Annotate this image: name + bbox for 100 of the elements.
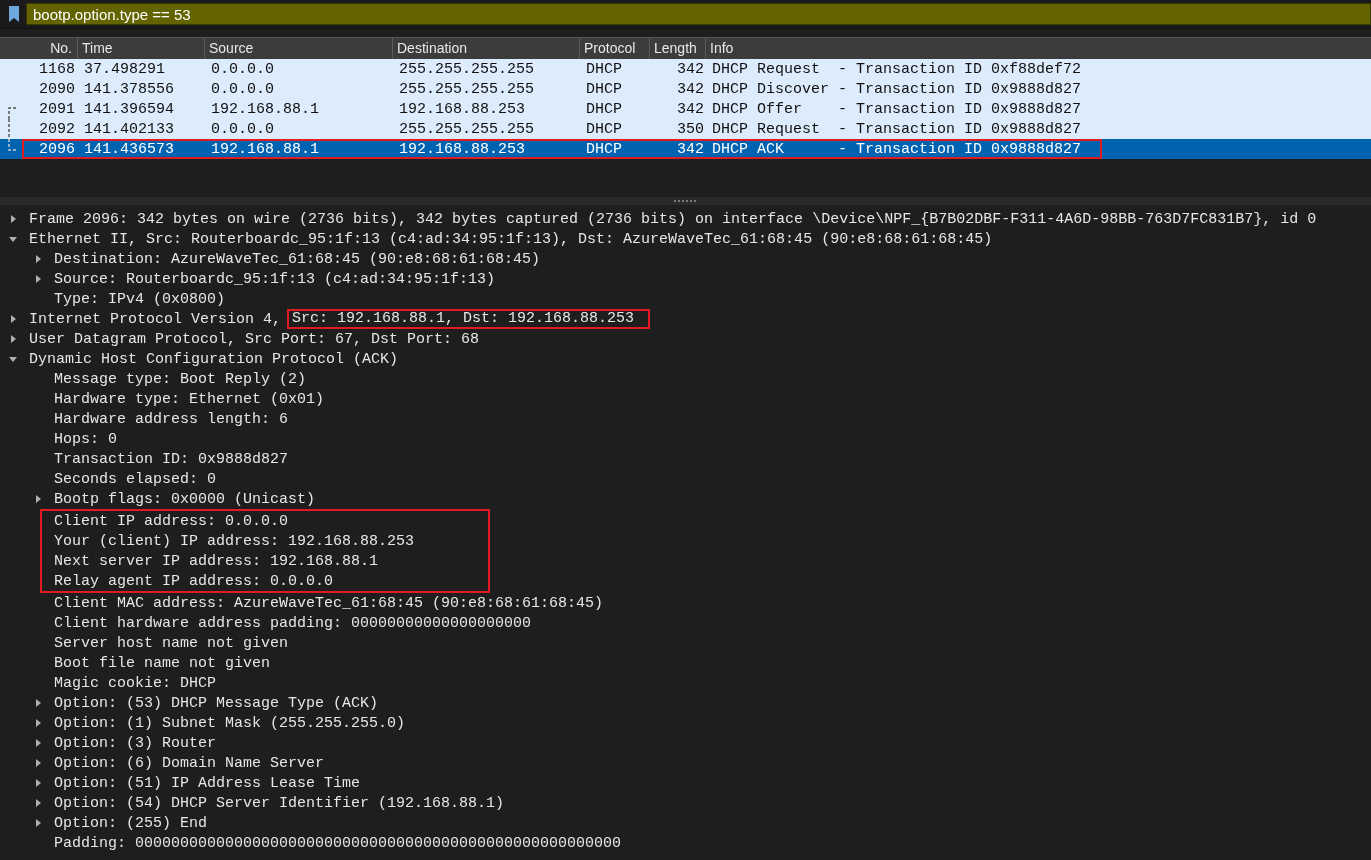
expanded-arrow-icon[interactable] xyxy=(8,234,18,244)
table-cell-text: 141.378556 xyxy=(83,80,175,98)
collapsed-arrow-icon[interactable] xyxy=(33,254,43,264)
column-header[interactable]: Info xyxy=(706,38,1371,59)
collapsed-arrow-icon[interactable] xyxy=(33,778,43,788)
table-cell-text: DHCP Request - Transaction ID 0xf88def72 xyxy=(711,60,1083,78)
table-cell-text: DHCP xyxy=(585,100,623,118)
tree-item[interactable]: Hardware type: Ethernet (0x01) xyxy=(54,390,325,408)
tree-item[interactable]: Option: (51) IP Address Lease Time xyxy=(54,774,361,792)
tree-item[interactable]: Client MAC address: AzureWaveTec_61:68:45 (90:e8:68:61:68:45) xyxy=(54,594,604,612)
tree-item[interactable]: Option: (1) Subnet Mask (255.255.255.0) xyxy=(54,714,406,732)
highlighted-text: Src: 192.168.88.1, Dst: 192.168.88.253 xyxy=(287,309,651,329)
table-cell-text: 255.255.255.255 xyxy=(398,120,536,138)
table-cell-text: 342 xyxy=(676,80,705,98)
table-cell-text: DHCP Request - Transaction ID 0x9888d827 xyxy=(711,120,1083,138)
table-cell-text: 2091 xyxy=(38,100,76,118)
packet-row[interactable]: 2096 141.436573 192.168.88.1 192.168.88.253 DHCP 342 DHCP ACK - Transaction ID 0x9888d827 xyxy=(0,139,1371,159)
packet-row[interactable]: 2091 141.396594 192.168.88.1 192.168.88.253 DHCP 342 DHCP Offer - Transaction ID 0x9888d827 xyxy=(0,99,1371,119)
collapsed-arrow-icon[interactable] xyxy=(33,738,43,748)
table-cell-text: 350 xyxy=(676,120,705,138)
tree-item[interactable]: Option: (54) DHCP Server Identifier (192.168.88.1) xyxy=(54,794,505,812)
table-cell-text: 255.255.255.255 xyxy=(398,60,536,78)
tree-item[interactable]: Option: (255) End xyxy=(54,814,208,832)
collapsed-arrow-icon[interactable] xyxy=(33,274,43,284)
collapsed-arrow-icon[interactable] xyxy=(8,314,18,324)
tree-item[interactable]: Frame 2096: 342 bytes on wire (2736 bits), 342 bytes captured (2736 bits) on interface \Device\NPF_{B7B02DBF-F311-4A6D-98BB-763D7FC831B7}, id 0 xyxy=(29,210,1317,228)
table-cell-text: 342 xyxy=(676,60,705,78)
tree-item[interactable]: Padding: 000000000000000000000000000000000000000000000000000000 xyxy=(54,834,622,852)
table-cell-text: 255.255.255.255 xyxy=(398,80,536,98)
conversation-line-icon xyxy=(8,119,10,139)
column-header[interactable]: Time xyxy=(78,38,205,59)
tree-item[interactable]: Option: (6) Domain Name Server xyxy=(54,754,325,772)
tree-item[interactable]: Ethernet II, Src: Routerboardc_95:1f:13 (c4:ad:34:95:1f:13), Dst: AzureWaveTec_61:68:45 (90:e8:68:61:68:45) xyxy=(29,230,993,248)
table-cell-text: DHCP xyxy=(585,80,623,98)
tree-item[interactable]: Client hardware address padding: 00000000000000000000 xyxy=(54,614,532,632)
packet-row[interactable]: 2090 141.378556 0.0.0.0 255.255.255.255 DHCP 342 DHCP Discover - Transaction ID 0x9888d827 xyxy=(0,79,1371,99)
tree-item[interactable]: Option: (53) DHCP Message Type (ACK) xyxy=(54,694,379,712)
collapsed-arrow-icon[interactable] xyxy=(33,758,43,768)
table-cell-text: 192.168.88.253 xyxy=(398,140,527,158)
collapsed-arrow-icon[interactable] xyxy=(8,334,18,344)
tree-item[interactable]: Message type: Boot Reply (2) xyxy=(54,370,307,388)
table-cell-text: 342 xyxy=(676,100,705,118)
table-cell-text: DHCP xyxy=(585,60,623,78)
packet-row[interactable]: 2092 141.402133 0.0.0.0 255.255.255.255 DHCP 350 DHCP Request - Transaction ID 0x9888d827 xyxy=(0,119,1371,139)
table-cell-text: 192.168.88.1 xyxy=(210,100,321,118)
table-cell-text: DHCP xyxy=(585,120,623,138)
column-header[interactable]: Source xyxy=(205,38,393,59)
table-cell-text: 37.498291 xyxy=(83,60,166,78)
tree-item[interactable]: Relay agent IP address: 0.0.0.0 xyxy=(54,572,334,590)
tree-item[interactable]: Source: Routerboardc_95:1f:13 (c4:ad:34:95:1f:13) xyxy=(54,270,496,288)
tree-item[interactable]: Bootp flags: 0x0000 (Unicast) xyxy=(54,490,316,508)
tree-item[interactable]: Dynamic Host Configuration Protocol (ACK) xyxy=(29,350,399,368)
collapsed-arrow-icon[interactable] xyxy=(33,718,43,728)
table-cell-text: 192.168.88.253 xyxy=(398,100,527,118)
tree-item[interactable]: User Datagram Protocol, Src Port: 67, Dst Port: 68 xyxy=(29,330,480,348)
packet-row[interactable]: 1168 37.498291 0.0.0.0 255.255.255.255 DHCP 342 DHCP Request - Transaction ID 0xf88def72 xyxy=(0,59,1371,79)
tree-item[interactable]: Internet Protocol Version 4, xyxy=(29,310,282,328)
collapsed-arrow-icon[interactable] xyxy=(33,818,43,828)
conversation-start-icon xyxy=(8,107,17,119)
tree-item[interactable]: Server host name not given xyxy=(54,634,289,652)
collapsed-arrow-icon[interactable] xyxy=(8,214,18,224)
table-cell-text: 2092 xyxy=(38,120,76,138)
table-cell-text: DHCP Discover - Transaction ID 0x9888d827 xyxy=(711,80,1083,98)
table-cell-text: 192.168.88.1 xyxy=(210,140,321,158)
column-header[interactable]: Protocol xyxy=(580,38,650,59)
collapsed-arrow-icon[interactable] xyxy=(33,798,43,808)
tree-item[interactable]: Seconds elapsed: 0 xyxy=(54,470,217,488)
bookmark-icon[interactable] xyxy=(8,5,20,23)
tree-item[interactable]: Client IP address: 0.0.0.0 xyxy=(54,512,289,530)
collapsed-arrow-icon[interactable] xyxy=(33,698,43,708)
tree-item[interactable]: Your (client) IP address: 192.168.88.253 xyxy=(54,532,415,550)
table-cell-text: 141.436573 xyxy=(83,140,175,158)
tree-item[interactable]: Destination: AzureWaveTec_61:68:45 (90:e8:68:61:68:45) xyxy=(54,250,541,268)
tree-item[interactable]: Hops: 0 xyxy=(54,430,117,448)
column-header[interactable]: No. xyxy=(0,38,78,59)
table-cell-text: 141.396594 xyxy=(83,100,175,118)
tree-item[interactable]: Boot file name not given xyxy=(54,654,271,672)
table-cell-text: 1168 xyxy=(38,60,76,78)
table-cell-text: DHCP ACK - Transaction ID 0x9888d827 xyxy=(711,140,1083,158)
column-header[interactable]: Length xyxy=(650,38,706,59)
tree-item[interactable]: Magic cookie: DHCP xyxy=(54,674,217,692)
table-cell-text: 0.0.0.0 xyxy=(210,120,275,138)
table-cell-text: DHCP xyxy=(585,140,623,158)
splitter-handle-icon[interactable] xyxy=(673,199,698,203)
table-cell-text: 2090 xyxy=(38,80,76,98)
tree-item[interactable]: Transaction ID: 0x9888d827 xyxy=(54,450,289,468)
tree-item[interactable]: Option: (3) Router xyxy=(54,734,217,752)
table-cell-text: 2096 xyxy=(38,140,76,158)
column-header[interactable]: Destination xyxy=(393,38,580,59)
table-cell-text: 141.402133 xyxy=(83,120,175,138)
tree-item[interactable]: Type: IPv4 (0x0800) xyxy=(54,290,226,308)
table-cell-text: DHCP Offer - Transaction ID 0x9888d827 xyxy=(711,100,1083,118)
table-cell-text: 0.0.0.0 xyxy=(210,60,275,78)
tree-item[interactable]: Hardware address length: 6 xyxy=(54,410,289,428)
collapsed-arrow-icon[interactable] xyxy=(33,494,43,504)
display-filter-field[interactable]: bootp.option.type == 53 xyxy=(26,3,1371,25)
table-cell-text: 0.0.0.0 xyxy=(210,80,275,98)
expanded-arrow-icon[interactable] xyxy=(8,354,18,364)
tree-item[interactable]: Next server IP address: 192.168.88.1 xyxy=(54,552,379,570)
table-cell-text: 342 xyxy=(676,140,705,158)
